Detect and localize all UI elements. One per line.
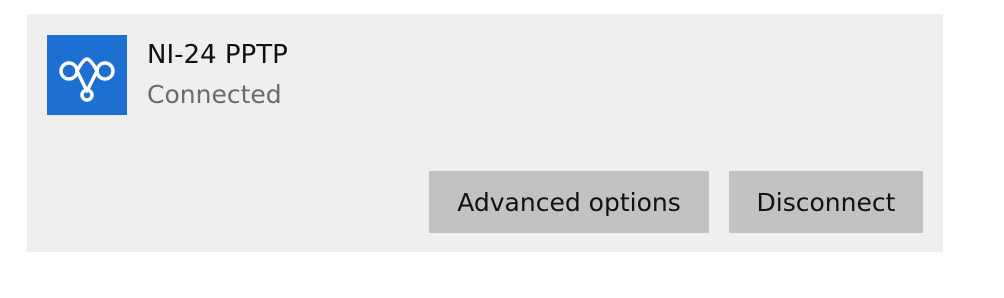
advanced-options-button[interactable]: Advanced options xyxy=(429,171,709,233)
vpn-connection-icon xyxy=(47,35,127,115)
connection-name: NI-24 PPTP xyxy=(147,40,288,70)
disconnect-button[interactable]: Disconnect xyxy=(729,171,923,233)
vpn-connection-card[interactable]: NI-24 PPTP Connected Advanced options Di… xyxy=(27,14,943,252)
connection-status: Connected xyxy=(147,80,282,109)
